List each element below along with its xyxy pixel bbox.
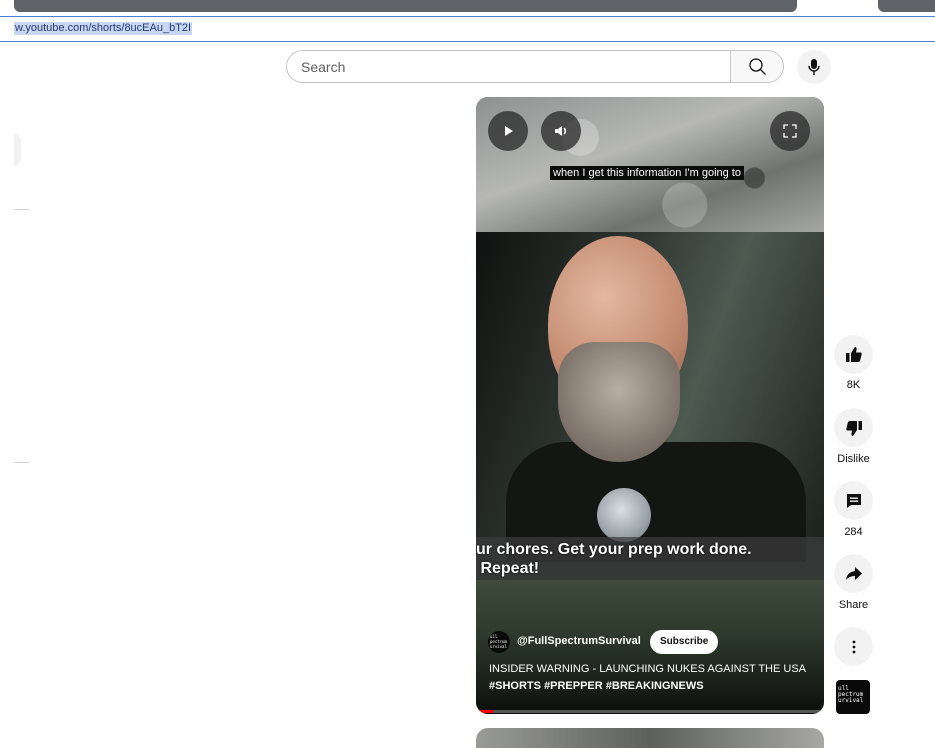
channel-avatar[interactable]: ull pectrum urvival <box>488 631 510 653</box>
sidebar-divider <box>14 209 29 210</box>
sidebar-item[interactable] <box>14 134 21 166</box>
search-input[interactable] <box>301 51 701 82</box>
dislike-button[interactable] <box>834 408 873 447</box>
volume-icon <box>555 126 567 136</box>
share-icon <box>846 567 862 580</box>
search-box <box>286 50 730 83</box>
like-count: 8K <box>846 379 861 391</box>
video-frame-person <box>476 232 824 562</box>
search-button[interactable] <box>730 50 784 83</box>
browser-tab-strip <box>0 0 935 14</box>
share-button[interactable] <box>834 554 873 593</box>
thumbs-down-icon <box>846 421 862 436</box>
browser-tab-group[interactable] <box>14 0 797 12</box>
play-button[interactable] <box>488 111 528 151</box>
comment-count: 284 <box>844 526 863 538</box>
dislike-label: Dislike <box>837 453 870 465</box>
subscribe-button[interactable]: Subscribe <box>650 630 719 654</box>
voice-search-button[interactable] <box>797 50 831 84</box>
play-icon <box>505 126 513 136</box>
more-icon <box>852 640 856 654</box>
address-url[interactable]: w.youtube.com/shorts/8ucEAu_bT2I <box>14 22 193 35</box>
progress-fill <box>476 710 494 713</box>
search-icon <box>749 58 766 75</box>
mic-icon <box>808 59 820 75</box>
share-label: Share <box>838 599 869 611</box>
video-hashtags[interactable]: #SHORTS #PREPPER #BREAKINGNEWS <box>489 680 704 692</box>
video-title[interactable]: INSIDER WARNING - LAUNCHING NUKES AGAINS… <box>489 663 806 675</box>
thumbs-up-icon <box>846 347 862 362</box>
channel-row: ull pectrum urvival @FullSpectrumSurviva… <box>488 629 818 655</box>
progress-bar[interactable] <box>476 710 824 713</box>
handheld-microphone <box>597 488 651 542</box>
more-options-button[interactable] <box>834 627 873 666</box>
sidebar-divider <box>14 462 29 463</box>
browser-tab[interactable] <box>878 0 935 12</box>
like-button[interactable] <box>834 335 873 374</box>
video-frame-top: when I get this information I'm going to <box>476 97 824 232</box>
person-beard <box>558 342 680 462</box>
volume-button[interactable] <box>541 111 581 151</box>
video-caption: ur chores. Get your prep work done. Repe… <box>476 541 752 577</box>
comment-icon <box>847 494 861 508</box>
shorts-video-player[interactable]: when I get this information I'm going to… <box>476 97 824 714</box>
channel-name[interactable]: @FullSpectrumSurvival <box>517 635 641 647</box>
channel-logo-thumbnail[interactable]: ull pectrum urvival <box>836 680 870 714</box>
address-bar[interactable]: w.youtube.com/shorts/8ucEAu_bT2I <box>0 16 935 42</box>
video-subtitle: when I get this information I'm going to <box>550 166 744 180</box>
fullscreen-button[interactable] <box>770 111 810 151</box>
comments-button[interactable] <box>834 481 873 520</box>
fullscreen-icon <box>783 124 797 138</box>
next-video-preview[interactable] <box>476 728 824 748</box>
